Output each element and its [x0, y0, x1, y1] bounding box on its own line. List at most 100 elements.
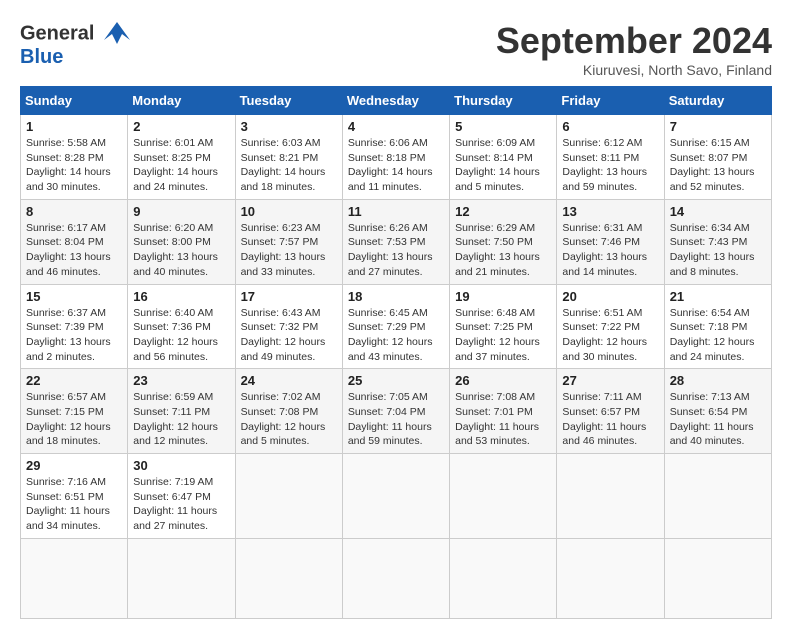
calendar-cell: 18Sunrise: 6:45 AMSunset: 7:29 PMDayligh… [342, 284, 449, 369]
weekday-header: Tuesday [235, 87, 342, 115]
day-number: 1 [26, 119, 122, 134]
calendar-cell: 12 Sunrise: 6:29 AMSunset: 7:50 PMDayligh… [450, 199, 557, 284]
day-info: Sunrise: 6:26 AMSunset: 7:53 PMDaylight:… [348, 221, 444, 280]
day-info: Sunrise: 6:57 AMSunset: 7:15 PMDaylight:… [26, 390, 122, 449]
day-number: 30 [133, 458, 229, 473]
day-info: Sunrise: 6:03 AMSunset: 8:21 PMDaylight:… [241, 136, 337, 195]
calendar-cell: 28 Sunrise: 7:13 AMSunset: 6:54 PMDayligh… [664, 369, 771, 454]
day-number: 11 [348, 204, 444, 219]
day-info: Sunrise: 6:48 AMSunset: 7:25 PMDaylight:… [455, 306, 551, 365]
calendar-cell: 27 Sunrise: 7:11 AMSunset: 6:57 PMDayligh… [557, 369, 664, 454]
day-number: 18 [348, 289, 444, 304]
day-number: 27 [562, 373, 658, 388]
calendar-week-row: 8 Sunrise: 6:17 AMSunset: 8:04 PMDaylight… [21, 199, 772, 284]
calendar-cell: 25Sunrise: 7:05 AMSunset: 7:04 PMDayligh… [342, 369, 449, 454]
day-number: 6 [562, 119, 658, 134]
calendar-cell [450, 454, 557, 539]
day-number: 19 [455, 289, 551, 304]
calendar-cell: 5Sunrise: 6:09 AMSunset: 8:14 PMDaylight… [450, 115, 557, 200]
day-info: Sunrise: 7:16 AMSunset: 6:51 PMDaylight:… [26, 475, 122, 534]
day-number: 7 [670, 119, 766, 134]
page-header: General Blue September 2024 Kiuruvesi, N… [20, 20, 772, 78]
calendar-cell: 9Sunrise: 6:20 AMSunset: 8:00 PMDaylight… [128, 199, 235, 284]
calendar-cell: 14Sunrise: 6:34 AMSunset: 7:43 PMDayligh… [664, 199, 771, 284]
calendar-cell: 19 Sunrise: 6:48 AMSunset: 7:25 PMDayligh… [450, 284, 557, 369]
calendar-cell [664, 538, 771, 618]
logo-blue: Blue [20, 46, 132, 68]
calendar-cell [235, 538, 342, 618]
day-number: 21 [670, 289, 766, 304]
day-info: Sunrise: 6:15 AMSunset: 8:07 PMDaylight:… [670, 136, 766, 195]
day-number: 24 [241, 373, 337, 388]
calendar-cell [21, 538, 128, 618]
day-info: Sunrise: 7:02 AMSunset: 7:08 PMDaylight:… [241, 390, 337, 449]
day-number: 2 [133, 119, 229, 134]
day-info: Sunrise: 6:06 AMSunset: 8:18 PMDaylight:… [348, 136, 444, 195]
title-block: September 2024 Kiuruvesi, North Savo, Fi… [496, 20, 772, 78]
day-info: Sunrise: 7:13 AMSunset: 6:54 PMDaylight:… [670, 390, 766, 449]
weekday-header-row: SundayMondayTuesdayWednesdayThursdayFrid… [21, 87, 772, 115]
day-number: 8 [26, 204, 122, 219]
day-number: 12 [455, 204, 551, 219]
calendar-cell: 4 Sunrise: 6:06 AMSunset: 8:18 PMDaylight… [342, 115, 449, 200]
day-number: 9 [133, 204, 229, 219]
calendar-cell [342, 538, 449, 618]
calendar-cell [342, 454, 449, 539]
day-info: Sunrise: 6:01 AMSunset: 8:25 PMDaylight:… [133, 136, 229, 195]
day-number: 23 [133, 373, 229, 388]
day-info: Sunrise: 6:59 AMSunset: 7:11 PMDaylight:… [133, 390, 229, 449]
day-number: 26 [455, 373, 551, 388]
day-info: Sunrise: 6:51 AMSunset: 7:22 PMDaylight:… [562, 306, 658, 365]
calendar-week-row [21, 538, 772, 618]
day-info: Sunrise: 7:08 AMSunset: 7:01 PMDaylight:… [455, 390, 551, 449]
day-info: Sunrise: 5:58 AMSunset: 8:28 PMDaylight:… [26, 136, 122, 195]
day-number: 15 [26, 289, 122, 304]
calendar-cell: 13 Sunrise: 6:31 AMSunset: 7:46 PMDayligh… [557, 199, 664, 284]
weekday-header: Monday [128, 87, 235, 115]
calendar-cell: 3 Sunrise: 6:03 AMSunset: 8:21 PMDaylight… [235, 115, 342, 200]
weekday-header: Saturday [664, 87, 771, 115]
calendar-cell: 29 Sunrise: 7:16 AMSunset: 6:51 PMDayligh… [21, 454, 128, 539]
day-number: 22 [26, 373, 122, 388]
calendar-week-row: 22 Sunrise: 6:57 AMSunset: 7:15 PMDayligh… [21, 369, 772, 454]
day-info: Sunrise: 6:31 AMSunset: 7:46 PMDaylight:… [562, 221, 658, 280]
calendar-cell: 21Sunrise: 6:54 AMSunset: 7:18 PMDayligh… [664, 284, 771, 369]
day-info: Sunrise: 6:09 AMSunset: 8:14 PMDaylight:… [455, 136, 551, 195]
calendar-cell [664, 454, 771, 539]
calendar-week-row: 1 Sunrise: 5:58 AMSunset: 8:28 PMDaylight… [21, 115, 772, 200]
weekday-header: Sunday [21, 87, 128, 115]
day-info: Sunrise: 6:37 AMSunset: 7:39 PMDaylight:… [26, 306, 122, 365]
calendar-cell: 11 Sunrise: 6:26 AMSunset: 7:53 PMDayligh… [342, 199, 449, 284]
weekday-header: Thursday [450, 87, 557, 115]
day-number: 3 [241, 119, 337, 134]
day-number: 10 [241, 204, 337, 219]
calendar-cell: 6 Sunrise: 6:12 AMSunset: 8:11 PMDaylight… [557, 115, 664, 200]
day-info: Sunrise: 7:19 AMSunset: 6:47 PMDaylight:… [133, 475, 229, 534]
day-number: 29 [26, 458, 122, 473]
day-info: Sunrise: 6:23 AMSunset: 7:57 PMDaylight:… [241, 221, 337, 280]
day-number: 13 [562, 204, 658, 219]
day-number: 4 [348, 119, 444, 134]
day-info: Sunrise: 6:29 AMSunset: 7:50 PMDaylight:… [455, 221, 551, 280]
day-info: Sunrise: 7:05 AMSunset: 7:04 PMDaylight:… [348, 390, 444, 449]
day-info: Sunrise: 7:11 AMSunset: 6:57 PMDaylight:… [562, 390, 658, 449]
calendar-cell: 15 Sunrise: 6:37 AMSunset: 7:39 PMDayligh… [21, 284, 128, 369]
day-number: 16 [133, 289, 229, 304]
calendar-week-row: 29 Sunrise: 7:16 AMSunset: 6:51 PMDayligh… [21, 454, 772, 539]
weekday-header: Wednesday [342, 87, 449, 115]
calendar-cell: 22 Sunrise: 6:57 AMSunset: 7:15 PMDayligh… [21, 369, 128, 454]
day-info: Sunrise: 6:17 AMSunset: 8:04 PMDaylight:… [26, 221, 122, 280]
calendar-cell: 20Sunrise: 6:51 AMSunset: 7:22 PMDayligh… [557, 284, 664, 369]
day-number: 28 [670, 373, 766, 388]
calendar-cell: 16Sunrise: 6:40 AMSunset: 7:36 PMDayligh… [128, 284, 235, 369]
calendar-cell: 10 Sunrise: 6:23 AMSunset: 7:57 PMDayligh… [235, 199, 342, 284]
calendar-cell [557, 454, 664, 539]
calendar-cell [450, 538, 557, 618]
calendar-cell: 8 Sunrise: 6:17 AMSunset: 8:04 PMDaylight… [21, 199, 128, 284]
calendar-cell: 24 Sunrise: 7:02 AMSunset: 7:08 PMDayligh… [235, 369, 342, 454]
day-info: Sunrise: 6:34 AMSunset: 7:43 PMDaylight:… [670, 221, 766, 280]
day-number: 17 [241, 289, 337, 304]
day-info: Sunrise: 6:12 AMSunset: 8:11 PMDaylight:… [562, 136, 658, 195]
weekday-header: Friday [557, 87, 664, 115]
calendar-cell: 2 Sunrise: 6:01 AMSunset: 8:25 PMDaylight… [128, 115, 235, 200]
